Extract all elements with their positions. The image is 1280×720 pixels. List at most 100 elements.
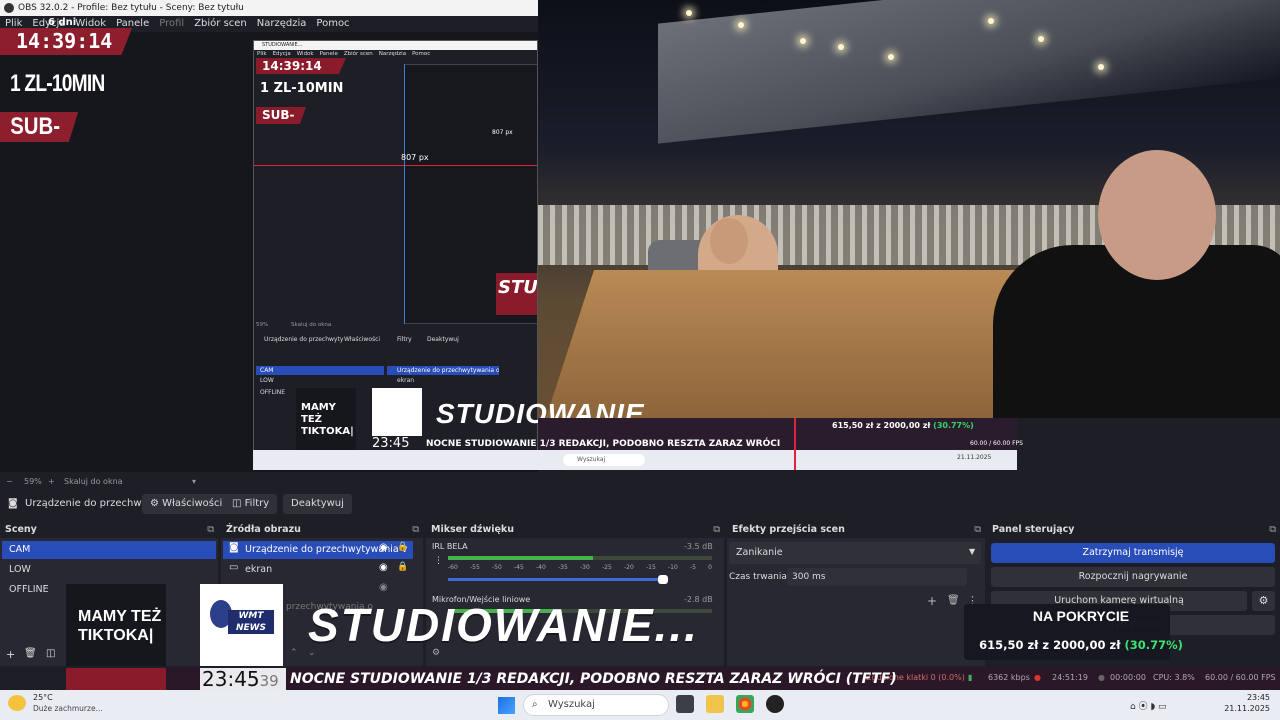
camera-light (1038, 36, 1044, 42)
nested-menu-item: Plik (257, 51, 267, 57)
zoom-scale-select[interactable]: Skaluj do okna (64, 477, 123, 486)
overlay-rate: 1 ZL-10MIN (10, 70, 105, 97)
scene-item-cam[interactable]: CAM (2, 541, 216, 559)
camera-light (838, 44, 844, 50)
overlay-clock-time: 23:45 (202, 667, 260, 691)
nested-rate: 1 ZL-10MIN (260, 81, 344, 96)
nested-clock: 23:45 (372, 436, 410, 451)
chevron-up-icon[interactable]: ⌃ (290, 648, 298, 658)
undock-icon[interactable]: ⧉ (412, 522, 419, 538)
volume-slider-thumb[interactable] (658, 575, 668, 584)
zoom-minus-icon[interactable]: − (6, 477, 13, 486)
undock-icon[interactable]: ⧉ (1269, 522, 1276, 538)
nested-toolbar-item: Urządzenie do przechwyty (264, 336, 344, 343)
lock-icon[interactable]: 🔒 (397, 562, 408, 572)
weather-icon[interactable] (8, 695, 26, 711)
nested-sub: SUB-3H (256, 107, 306, 124)
taskbar-time[interactable]: 23:45 (1218, 693, 1270, 702)
stop-stream-button[interactable]: Zatrzymaj transmisję (991, 543, 1275, 563)
filters-label: Filtry (244, 498, 270, 509)
camera-icon: ◙ (8, 498, 18, 509)
tray-icons[interactable]: ⌂ ⦿ ◗ ▭ (1130, 699, 1167, 712)
window-titlebar: OBS 32.0.2 - Profile: Bez tytułu - Sceny… (0, 0, 538, 16)
eye-icon[interactable]: ◉ (379, 562, 388, 573)
filters-button[interactable]: ◫ Filtry (224, 494, 278, 514)
live-icon: ● (1034, 673, 1041, 682)
volume-meter (448, 556, 712, 560)
camera-light (738, 22, 744, 28)
transition-select[interactable]: Zanikanie (729, 542, 981, 564)
obs-taskbar-icon[interactable] (766, 695, 784, 713)
undock-icon[interactable]: ⧉ (974, 522, 981, 538)
file-explorer-icon[interactable] (706, 695, 724, 713)
gear-icon[interactable]: ⚙ (1252, 591, 1275, 611)
nested-menu-item: Pomoc (412, 51, 431, 57)
volume-slider-track[interactable] (448, 578, 668, 581)
weather-desc[interactable]: Duże zachmurze... (33, 704, 103, 713)
overlay-days-counter: 6 dni (48, 17, 77, 28)
nested-source-item: Urządzenie do przechwytywania o (387, 366, 499, 375)
start-recording-button[interactable]: Rozpocznij nagrywanie (991, 567, 1275, 587)
donation-percent: (30.77%) (1124, 638, 1183, 652)
camera-light (800, 38, 806, 44)
duration-input[interactable]: 300 ms (787, 568, 967, 586)
trash-icon[interactable]: 🗑 (24, 648, 37, 659)
filter-icon: ◫ (232, 498, 245, 509)
deactivate-button[interactable]: Deaktywuj (283, 494, 352, 514)
nested-menu-item: Widok (296, 51, 314, 57)
nested-title-fragment: STU (496, 273, 537, 315)
menu-pomoc[interactable]: Pomoc (311, 16, 354, 32)
signal-icon: ▮ (968, 673, 973, 682)
mixer-channel-db: -3.5 dB (684, 542, 713, 551)
undock-icon[interactable]: ⧉ (713, 522, 720, 538)
camera-light (888, 54, 894, 60)
eye-icon[interactable]: ◉ (379, 542, 388, 553)
scene-filter-icon[interactable]: ◫ (46, 648, 55, 659)
nested-zoom-label: Skaluj do okna (291, 322, 332, 328)
transitions-dock-header: Efekty przejścia scen ⧉ (727, 522, 985, 538)
eye-icon[interactable]: ◉ (379, 582, 388, 593)
taskbar-search[interactable]: ⌕ Wyszukaj (523, 694, 669, 716)
more-options-icon[interactable]: ⋮ (434, 556, 443, 566)
mixer-scale-tick: -50 (492, 564, 502, 571)
mixer-scale-tick: -35 (558, 564, 568, 571)
windows-taskbar: 25°C Duże zachmurze... ⌕ Wyszukaj ⌂ ⦿ ◗ … (0, 690, 1280, 720)
gear-icon: ⚙ (150, 498, 163, 509)
mixer-scale-tick: -40 (536, 564, 546, 571)
nested-title: STUDIOWANIE... (254, 41, 537, 50)
overlay-timer: 14:39:14 (0, 28, 132, 55)
menu-profil[interactable]: Profil (154, 16, 189, 32)
obs-logo-icon (4, 3, 14, 13)
chrome-icon[interactable] (736, 695, 754, 713)
source-toolbar: ◙ Urządzenie do przechwyty ⚙ Właściwości… (0, 492, 1280, 517)
mixer-scale-tick: -55 (470, 564, 480, 571)
scene-item-low[interactable]: LOW (2, 561, 216, 579)
properties-button[interactable]: ⚙ Właściwości (142, 494, 231, 514)
trash-icon[interactable]: 🗑 (947, 595, 960, 606)
weather-temp[interactable]: 25°C (33, 693, 53, 702)
menu-narzedzia[interactable]: Narzędzia (252, 16, 312, 32)
nested-taskbar-search: Wyszukaj (563, 454, 645, 466)
overlay-clock-seconds: 39 (259, 672, 279, 690)
camera-person-head (710, 218, 748, 264)
overlay-news-logo: WMT NEWS (200, 584, 283, 666)
chevron-down-icon[interactable]: ▼ (969, 547, 975, 556)
overlay-logo-text: WMT NEWS (228, 610, 274, 634)
monitor-icon: ▭ (229, 562, 239, 573)
nested-scene-item: LOW (260, 377, 274, 384)
undock-icon[interactable]: ⧉ (207, 522, 214, 538)
taskbar-date[interactable]: 21.11.2025 (1218, 704, 1270, 713)
menu-zbior-scen[interactable]: Zbiór scen (189, 16, 252, 32)
add-scene-icon[interactable]: + (6, 648, 15, 661)
record-icon: ● (1098, 673, 1105, 682)
controls-dock-header: Panel sterujący ⧉ (987, 522, 1280, 538)
zoom-plus-icon[interactable]: + (48, 477, 55, 486)
nested-taskbar-date: 21.11.2025 (957, 454, 992, 461)
chevron-down-icon[interactable]: ▾ (192, 477, 196, 486)
lock-icon[interactable]: 🔒 (397, 542, 408, 552)
nested-menu-item: Panele (319, 51, 338, 57)
start-icon[interactable] (498, 697, 515, 714)
mixer-scale-tick: -15 (646, 564, 656, 571)
add-transition-icon[interactable]: + (927, 594, 937, 608)
task-view-icon[interactable] (676, 695, 694, 713)
